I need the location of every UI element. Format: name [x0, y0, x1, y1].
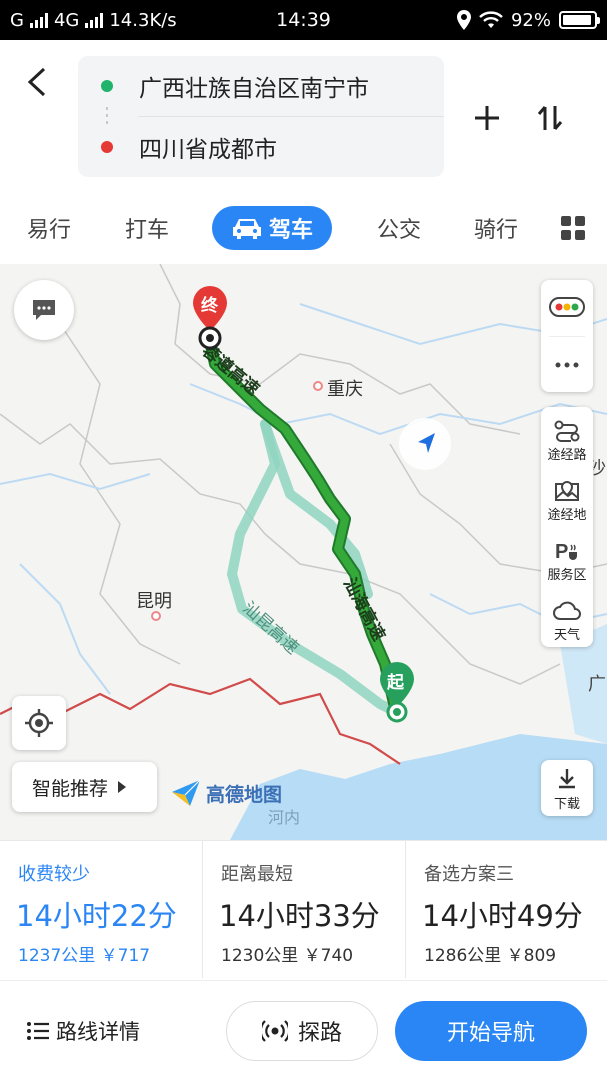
map-canvas — [0, 264, 607, 840]
more-button[interactable] — [541, 336, 593, 392]
chevron-left-icon — [27, 67, 46, 97]
list-icon — [27, 1022, 49, 1040]
carrier-label: G — [10, 9, 24, 31]
cloud-icon — [553, 601, 581, 620]
route-connector — [106, 107, 108, 110]
map-view[interactable]: 蓉遵高速 汕海高速 汕昆高速 重庆 昆明 沙 广 终 起 途经路 途经地 P 服… — [0, 264, 607, 840]
route-option-tag: 收费较少 — [18, 864, 90, 885]
amap-logo-text: 高德地图 — [206, 783, 283, 806]
route-option-info: 1286公里 ￥809 — [424, 946, 557, 966]
locate-me-button[interactable] — [12, 696, 66, 750]
download-label: 下载 — [553, 797, 580, 812]
broadcast-icon — [261, 1020, 288, 1042]
service-area-button[interactable]: P 服务区 — [541, 527, 593, 587]
explore-road-button[interactable]: 探路 — [226, 1001, 378, 1061]
origin-text: 广西壮族自治区南宁市 — [139, 76, 369, 102]
traffic-button[interactable] — [541, 280, 593, 336]
battery-icon — [559, 11, 600, 29]
route-option-1[interactable]: 收费较少 14小时22分 1237公里 ￥717 — [0, 841, 202, 978]
tab-drive[interactable]: 驾车 — [212, 206, 332, 250]
city-label: 昆明 — [136, 591, 172, 612]
route-option-time: 14小时33分 — [219, 899, 380, 933]
weather-button[interactable]: 天气 — [541, 587, 593, 647]
waypoint-road-button[interactable]: 途经路 — [541, 407, 593, 467]
plus-icon — [475, 106, 499, 130]
tab-bike[interactable]: 骑行 — [467, 206, 525, 250]
waypoint-place-button[interactable]: 途经地 — [541, 467, 593, 527]
tab-easy-travel[interactable]: 易行 — [20, 206, 78, 250]
route-option-info: 1237公里 ￥717 — [18, 946, 151, 966]
amap-logo: 高德地图 — [170, 778, 282, 808]
more-modes-icon[interactable] — [561, 216, 585, 240]
start-marker-label: 起 — [387, 673, 404, 693]
destination-field[interactable]: 四川省成都市 — [78, 117, 444, 177]
tab-taxi[interactable]: 打车 — [118, 206, 176, 250]
net-speed: 14.3K/s — [109, 9, 177, 31]
smart-recommend-label: 智能推荐 — [32, 777, 109, 800]
route-option-time: 14小时49分 — [422, 899, 583, 933]
map-watermark: 河内 — [268, 808, 301, 827]
smart-recommend-button[interactable]: 智能推荐 — [12, 762, 157, 812]
start-navigation-label: 开始导航 — [446, 1021, 535, 1046]
origin-dot — [101, 80, 113, 92]
route-options: 收费较少 14小时22分 1237公里 ￥717 距离最短 14小时33分 12… — [0, 840, 607, 980]
tab-bus[interactable]: 公交 — [370, 206, 428, 250]
city-dot — [313, 381, 323, 391]
bottom-action-bar: 路线详情 探路 开始导航 — [0, 980, 607, 1080]
svg-text:P: P — [555, 541, 568, 562]
route-option-3[interactable]: 备选方案三 14小时49分 1286公里 ￥809 — [406, 841, 607, 978]
crosshair-icon — [25, 709, 53, 737]
route-details-button[interactable]: 路线详情 — [26, 1011, 140, 1051]
wifi-icon — [479, 11, 503, 28]
route-tools-panel: 途经路 途经地 P 服务区 天气 — [541, 407, 593, 647]
waypoint-road-label: 途经路 — [547, 448, 587, 463]
traffic-light-icon — [549, 297, 585, 317]
map-pin-icon — [555, 480, 579, 501]
edge-label: 广 — [588, 674, 606, 695]
service-area-icon: P — [555, 541, 577, 562]
chat-bubble-icon — [33, 300, 55, 320]
route-details-label: 路线详情 — [56, 1020, 140, 1044]
route-header: 广西壮族自治区南宁市 四川省成都市 — [0, 40, 607, 190]
route-option-time: 14小时22分 — [16, 899, 177, 933]
explore-road-label: 探路 — [297, 1021, 342, 1046]
caret-right-icon — [118, 781, 127, 793]
signal-icon — [29, 12, 48, 28]
weather-label: 天气 — [553, 628, 580, 643]
route-option-tag: 距离最短 — [221, 864, 293, 885]
route-option-2[interactable]: 距离最短 14小时33分 1230公里 ￥740 — [203, 841, 405, 978]
more-dots-icon — [555, 362, 579, 368]
origin-field[interactable]: 广西壮族自治区南宁市 — [78, 56, 444, 116]
network-label: 4G — [53, 9, 80, 31]
swap-route-button[interactable] — [530, 98, 570, 138]
destination-text: 四川省成都市 — [139, 137, 277, 163]
add-waypoint-button[interactable] — [467, 98, 507, 138]
service-area-label: 服务区 — [547, 568, 587, 583]
status-bar: G 4G 14.3K/s 14:39 92% — [0, 0, 607, 40]
current-location-icon[interactable] — [398, 417, 452, 471]
city-label: 重庆 — [327, 379, 363, 400]
back-button[interactable] — [22, 64, 52, 100]
signal-icon — [85, 12, 104, 28]
download-map-button[interactable]: 下载 — [541, 760, 593, 816]
waypoint-place-label: 途经地 — [547, 508, 587, 523]
route-inputs: 广西壮族自治区南宁市 四川省成都市 — [78, 56, 444, 177]
amap-logo-icon — [172, 779, 201, 806]
route-path-icon — [554, 420, 580, 442]
destination-dot — [101, 141, 113, 153]
tab-drive-label: 驾车 — [268, 218, 313, 243]
battery-percent: 92% — [510, 9, 551, 31]
route-option-tag: 备选方案三 — [424, 864, 514, 885]
car-icon — [232, 219, 261, 239]
city-dot — [151, 611, 161, 621]
start-navigation-button[interactable]: 开始导航 — [395, 1001, 587, 1061]
map-layer-panel — [541, 280, 593, 392]
download-icon — [559, 769, 575, 789]
swap-icon — [537, 106, 563, 130]
route-option-info: 1230公里 ￥740 — [221, 946, 354, 966]
end-marker-label: 终 — [201, 296, 218, 316]
location-icon — [456, 10, 471, 30]
mode-tabs: 易行 打车 驾车 公交 骑行 — [0, 200, 607, 256]
feedback-button[interactable] — [14, 280, 74, 340]
